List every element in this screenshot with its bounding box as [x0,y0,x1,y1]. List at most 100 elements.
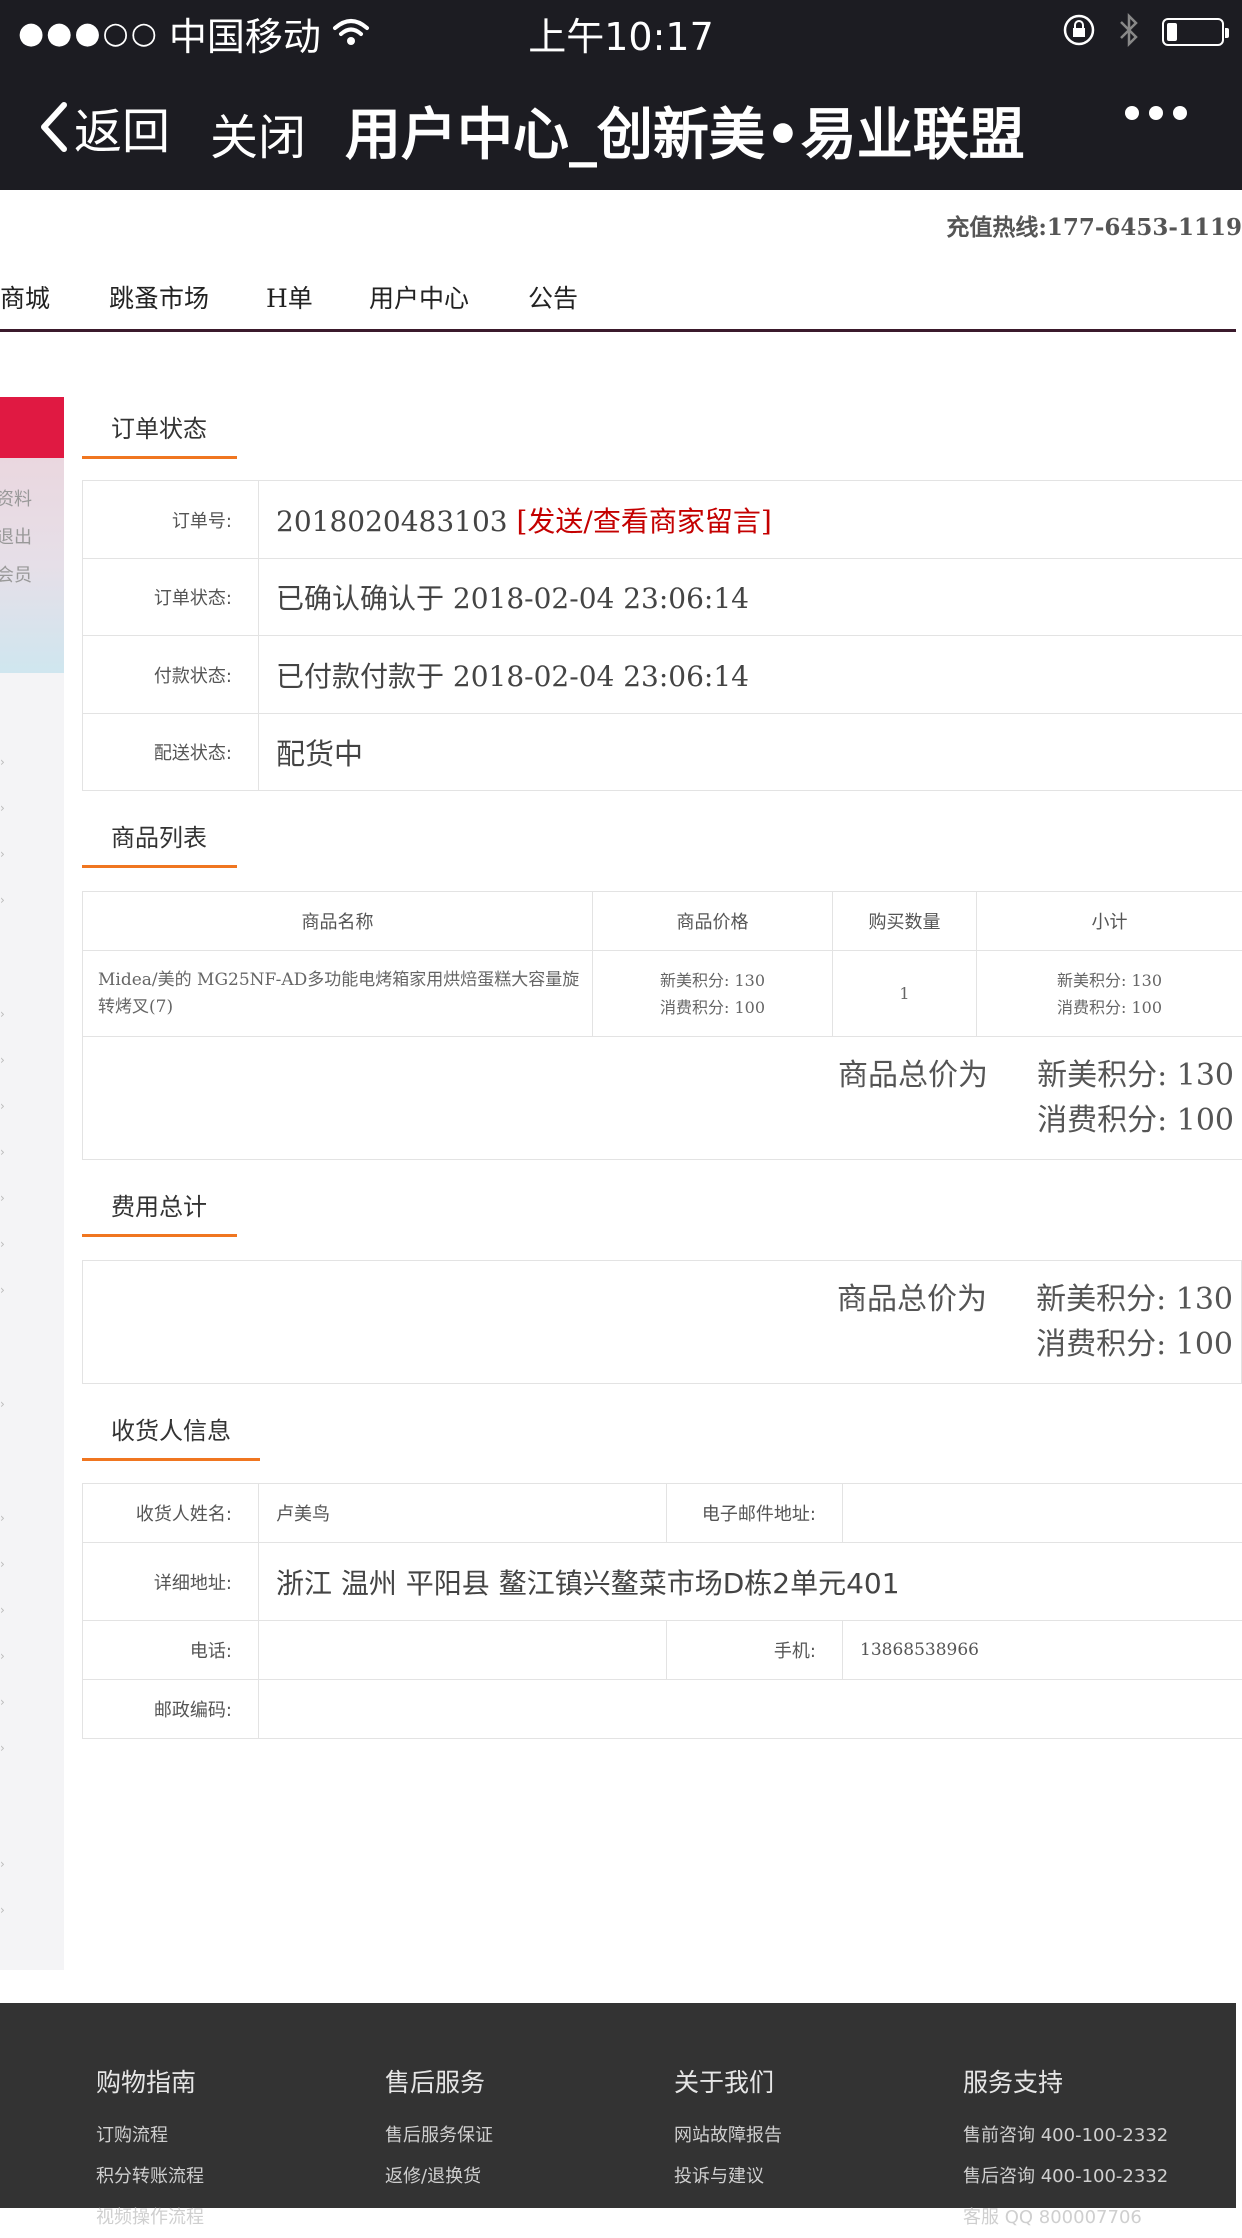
recharge-hotline: 充值热线:177-6453-1119 [946,208,1242,242]
sidebar-item-profile[interactable]: 资料 [0,485,32,511]
chevron-right-icon: › [0,1145,5,1159]
section-order-status: 订单状态 [82,397,237,459]
menu-item-user-center[interactable]: 用户中心 [369,279,469,315]
page-title: 用户中心_创新美•易业联盟 [345,90,1025,171]
back-button[interactable]: 返回 [38,92,170,162]
chevron-right-icon: › [0,1603,5,1617]
chevron-right-icon: › [0,755,5,769]
rotation-lock-icon [1062,13,1096,51]
price-points: 新美积分: 130 [593,967,832,994]
chevron-right-icon: › [0,1511,5,1525]
table-row: 收货人姓名: 卢美鸟 电子邮件地址: [83,1484,1242,1543]
total-label: 商品总价为 [838,1058,988,1093]
table-row: 配送状态: 配货中 [83,714,1242,791]
total-consume: 消费积分: 100 [83,1098,1234,1143]
section-underline [82,1234,237,1237]
footer-link[interactable]: 投诉与建议 [674,2156,782,2197]
menu-item-mall[interactable]: 商城 [0,279,50,315]
zip-label: 邮政编码: [83,1680,259,1739]
footer-link[interactable]: 售前咨询 400-100-2332 [963,2115,1168,2156]
chevron-right-icon: › [0,1237,5,1251]
zip-value [259,1680,1242,1739]
section-title: 订单状态 [111,409,207,444]
chevron-left-icon [38,101,68,153]
back-label: 返回 [74,92,170,162]
more-dot-icon [1173,106,1187,120]
footer-column-service-support: 服务支持 售前咨询 400-100-2332 售后咨询 400-100-2332… [963,2063,1168,2238]
battery-icon [1162,18,1224,46]
fee-total-table: 商品总价为 新美积分: 130 消费积分: 100 [82,1260,1242,1384]
table-row: 邮政编码: [83,1680,1242,1739]
section-product-list: 商品列表 [82,806,237,868]
section-fee-total: 费用总计 [82,1175,237,1237]
receiver-name-label: 收货人姓名: [83,1484,259,1543]
chevron-right-icon: › [0,1053,5,1067]
product-table: 商品名称 商品价格 购买数量 小计 Midea/美的 MG25NF-AD多功能电… [82,891,1242,1160]
footer-link[interactable]: 返修/退换货 [385,2156,493,2197]
footer-column-after-sales: 售后服务 售后服务保证 返修/退换货 [385,2063,493,2197]
more-menu-button[interactable] [1125,106,1187,120]
footer-column-title: 关于我们 [674,2063,782,2099]
footer-link[interactable]: 售后服务保证 [385,2115,493,2156]
order-number: 2018020483103 [276,505,508,538]
column-header-name: 商品名称 [83,892,593,951]
order-no-label: 订单号: [83,481,259,559]
chevron-right-icon: › [0,893,5,907]
section-title: 商品列表 [111,818,207,853]
footer-link[interactable]: 积分转账流程 [96,2156,204,2197]
address-label: 详细地址: [83,1543,259,1621]
chevron-right-icon: › [0,1007,5,1021]
chevron-right-icon: › [0,1741,5,1755]
table-row: 电话: 手机: 13868538966 [83,1621,1242,1680]
table-row: 商品总价为 新美积分: 130 消费积分: 100 [83,1261,1242,1384]
section-underline [82,456,237,459]
footer-link[interactable]: 售后咨询 400-100-2332 [963,2156,1168,2197]
product-name[interactable]: Midea/美的 MG25NF-AD多功能电烤箱家用烘焙蛋糕大容量旋转烤叉(7) [83,951,593,1037]
table-row: 订单号: 2018020483103 [发送/查看商家留言] [83,481,1242,559]
footer-column-title: 服务支持 [963,2063,1168,2099]
fee-total-label: 商品总价为 [837,1282,987,1317]
fee-total-points: 新美积分: 130 [1036,1282,1233,1317]
more-dot-icon [1125,106,1139,120]
table-row: 订单状态: 已确认确认于 2018-02-04 23:06:14 [83,559,1242,636]
chevron-right-icon: › [0,1695,5,1709]
section-receiver-info: 收货人信息 [82,1399,260,1461]
footer-link[interactable]: 网站故障报告 [674,2115,782,2156]
email-label: 电子邮件地址: [667,1484,843,1543]
phone-value [259,1621,667,1680]
nav-bar: 返回 关闭 用户中心_创新美•易业联盟 [0,62,1242,190]
sidebar-item-logout[interactable]: 退出 [0,523,32,549]
menu-item-h-order[interactable]: H单 [266,279,313,315]
footer-link[interactable]: 视频操作流程 [96,2197,204,2238]
close-button[interactable]: 关闭 [210,98,306,168]
column-header-subtotal: 小计 [977,892,1242,951]
more-dot-icon [1149,106,1163,120]
order-status-table: 订单号: 2018020483103 [发送/查看商家留言] 订单状态: 已确认… [82,480,1242,791]
table-header-row: 商品名称 商品价格 购买数量 小计 [83,892,1242,951]
pay-state-label: 付款状态: [83,636,259,714]
merchant-message-link[interactable]: [发送/查看商家留言] [517,505,772,538]
footer-column-title: 售后服务 [385,2063,493,2099]
chevron-right-icon: › [0,801,5,815]
phone-label: 电话: [83,1621,259,1680]
chevron-right-icon: › [0,1191,5,1205]
sidebar-item-member[interactable]: 会员 [0,561,32,587]
menu-item-notice[interactable]: 公告 [528,279,578,315]
clock: 上午10:17 [0,6,1242,61]
mobile-label: 手机: [667,1621,843,1680]
footer-link[interactable]: 客服 QQ 800007706 [963,2197,1168,2238]
menu-item-flea-market[interactable]: 跳蚤市场 [109,279,209,315]
top-menu: 商城 跳蚤市场 H单 用户中心 公告 [0,275,1236,332]
footer-column-title: 购物指南 [96,2063,204,2099]
footer-column-shopping-guide: 购物指南 订购流程 积分转账流程 视频操作流程 [96,2063,204,2238]
email-value [843,1484,1242,1543]
pay-state-value: 已付款付款于 2018-02-04 23:06:14 [259,636,1242,714]
chevron-right-icon: › [0,1557,5,1571]
order-state-value: 已确认确认于 2018-02-04 23:06:14 [259,559,1242,636]
table-row: Midea/美的 MG25NF-AD多功能电烤箱家用烘焙蛋糕大容量旋转烤叉(7)… [83,951,1242,1037]
battery-level [1167,23,1177,41]
section-title: 收货人信息 [111,1411,231,1446]
order-state-label: 订单状态: [83,559,259,636]
footer-link[interactable]: 订购流程 [96,2115,204,2156]
receiver-name-value: 卢美鸟 [259,1484,667,1543]
